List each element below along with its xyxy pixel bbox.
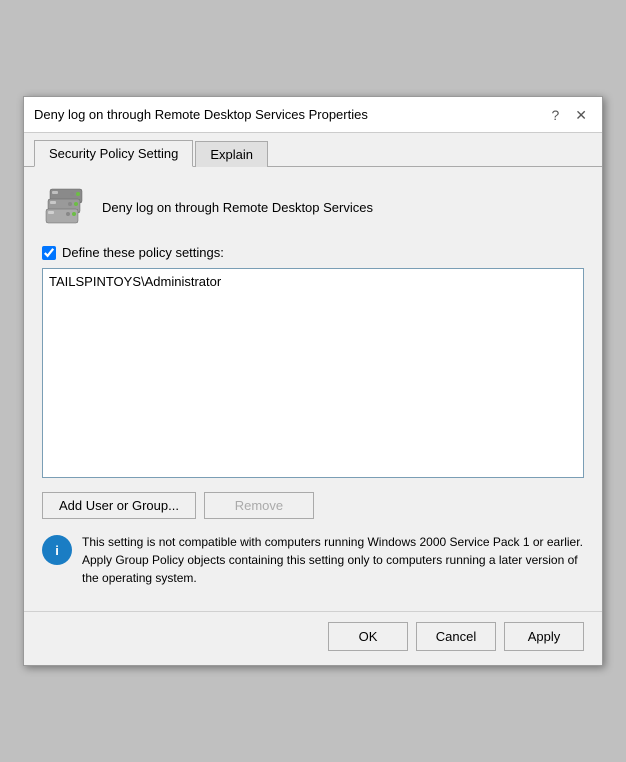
dialog-window: Deny log on through Remote Desktop Servi… xyxy=(23,96,603,666)
policy-list-box[interactable]: TAILSPINTOYS\Administrator xyxy=(42,268,584,478)
help-button[interactable]: ? xyxy=(546,106,564,124)
header-title: Deny log on through Remote Desktop Servi… xyxy=(102,200,373,215)
content-area: Deny log on through Remote Desktop Servi… xyxy=(24,167,602,611)
action-buttons-row: Add User or Group... Remove xyxy=(42,492,584,519)
define-policy-row: Define these policy settings: xyxy=(42,245,584,260)
window-title: Deny log on through Remote Desktop Servi… xyxy=(34,107,368,122)
tabs-bar: Security Policy Setting Explain xyxy=(24,133,602,167)
info-box: i This setting is not compatible with co… xyxy=(42,533,584,587)
define-policy-label: Define these policy settings: xyxy=(62,245,224,260)
header-row: Deny log on through Remote Desktop Servi… xyxy=(42,183,584,231)
footer: OK Cancel Apply xyxy=(24,611,602,665)
close-button[interactable]: ✕ xyxy=(570,106,592,124)
title-bar: Deny log on through Remote Desktop Servi… xyxy=(24,97,602,133)
apply-button[interactable]: Apply xyxy=(504,622,584,651)
remove-button[interactable]: Remove xyxy=(204,492,314,519)
cancel-button[interactable]: Cancel xyxy=(416,622,496,651)
add-user-or-group-button[interactable]: Add User or Group... xyxy=(42,492,196,519)
define-policy-checkbox[interactable] xyxy=(42,246,56,260)
tab-security-policy-setting[interactable]: Security Policy Setting xyxy=(34,140,193,167)
server-icon xyxy=(42,183,90,231)
ok-button[interactable]: OK xyxy=(328,622,408,651)
policy-entry: TAILSPINTOYS\Administrator xyxy=(47,273,579,290)
title-bar-controls: ? ✕ xyxy=(546,106,592,124)
tab-explain[interactable]: Explain xyxy=(195,141,268,167)
info-text: This setting is not compatible with comp… xyxy=(82,533,584,587)
info-icon: i xyxy=(42,535,72,565)
